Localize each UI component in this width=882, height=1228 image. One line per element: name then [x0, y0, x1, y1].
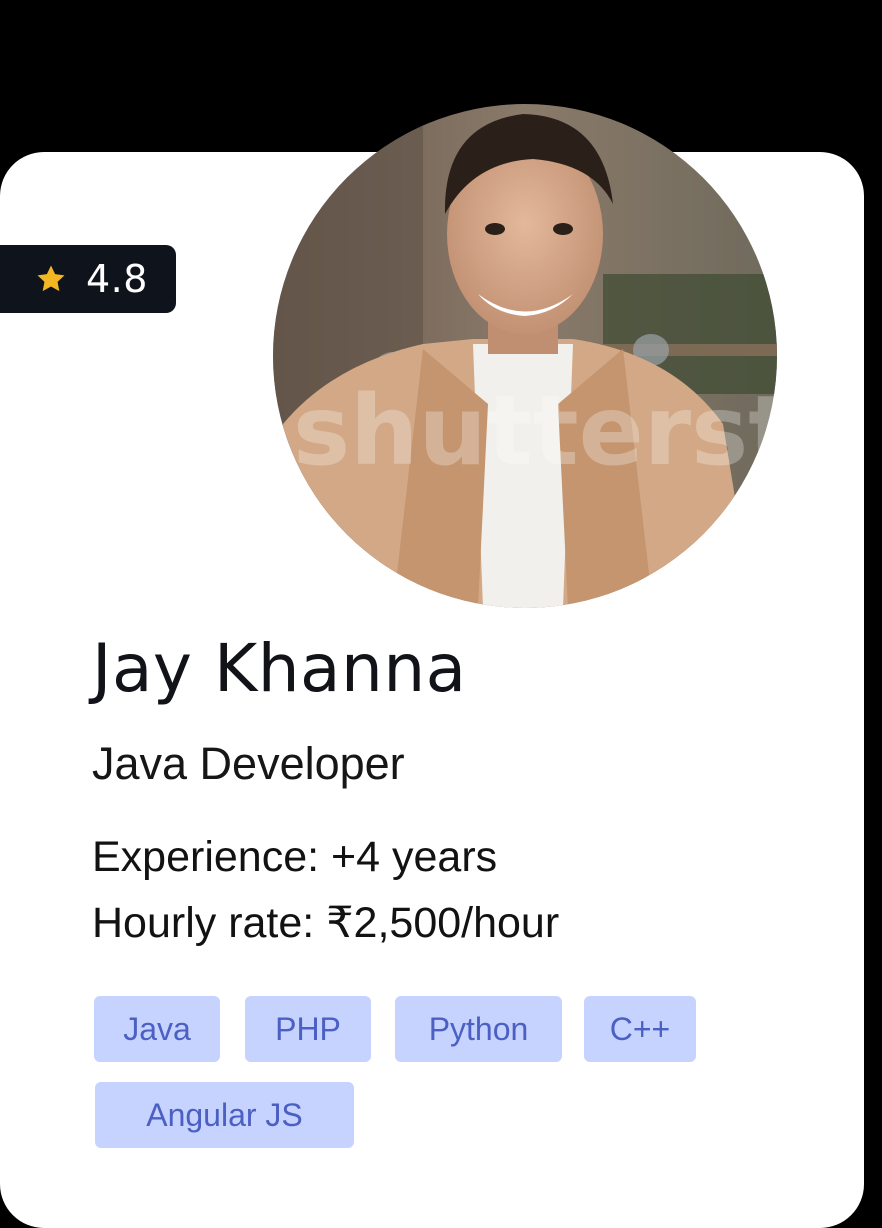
profile-name: Jay Khanna [92, 630, 467, 707]
page: 4.8 shutterst Jay Khanna Java Developer … [0, 0, 882, 1228]
profile-experience: Experience: +4 years [92, 833, 498, 881]
avatar: shutterst [273, 104, 777, 608]
skill-tag-php[interactable]: PHP [245, 996, 371, 1062]
profile-hourly-rate: Hourly rate: ₹2,500/hour [92, 899, 560, 947]
star-icon [37, 265, 65, 292]
rating-badge: 4.8 [0, 245, 176, 313]
skill-tag-cpp[interactable]: C++ [584, 996, 696, 1062]
skill-tag-java[interactable]: Java [94, 996, 220, 1062]
skill-tag-angularjs[interactable]: Angular JS [95, 1082, 354, 1148]
skill-tag-python[interactable]: Python [395, 996, 562, 1062]
watermark-text: shutterst [293, 375, 777, 487]
profile-role: Java Developer [92, 738, 405, 789]
rating-value: 4.8 [86, 257, 148, 301]
